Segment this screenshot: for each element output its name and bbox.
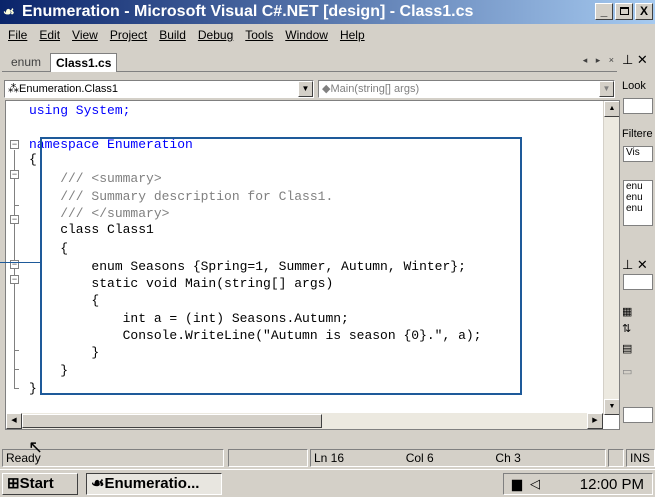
look-combobox[interactable] xyxy=(623,98,653,114)
menu-file[interactable]: File xyxy=(2,25,33,45)
horizontal-scrollbar[interactable]: ◀ ▶ xyxy=(6,413,603,429)
network-icon[interactable]: ▆ xyxy=(512,476,522,492)
menu-debug[interactable]: Debug xyxy=(192,25,239,45)
menu-bar: File Edit View Project Build Debug Tools… xyxy=(0,24,655,46)
look-label: Look xyxy=(622,80,646,92)
taskbar-app-label: Enumeratio... xyxy=(104,475,200,492)
clock[interactable]: 12:00 PM xyxy=(580,475,644,495)
outline-line xyxy=(14,180,15,205)
class-dropdown[interactable]: ⁂Enumeration.Class1 ▼ xyxy=(4,80,314,98)
cursor-position: Ln 16 Col 6 Ch 3 xyxy=(310,449,606,467)
categorized-icon[interactable]: ▦ xyxy=(622,305,632,318)
callout-line xyxy=(0,262,42,263)
minimize-button[interactable]: _ xyxy=(595,3,613,20)
index-list[interactable]: enu enu enu xyxy=(623,180,653,226)
tab-class1[interactable]: Class1.cs xyxy=(50,53,118,72)
window-title: Enumeration - Microsoft Visual C#.NET [d… xyxy=(22,3,474,20)
vis-combobox[interactable]: Vis xyxy=(623,146,653,162)
menu-help[interactable]: Help xyxy=(334,25,371,45)
char-number: Ch 3 xyxy=(495,451,521,465)
chevron-down-icon[interactable]: ▼ xyxy=(298,81,313,97)
volume-icon[interactable]: ◁ xyxy=(530,476,540,492)
tab-scroll-close-controls[interactable]: ◂ ▸ × xyxy=(583,55,617,66)
outline-end xyxy=(14,388,19,389)
status-empty xyxy=(228,449,308,467)
status-bar: Ready Ln 16 Col 6 Ch 3 INS xyxy=(0,447,655,469)
side-tool-panel: ⊥ ✕ Look Filtere Vis enu enu enu ⊥ ✕ ▦ ⇅… xyxy=(620,52,655,444)
code-editor[interactable]: − − − − − using System; namespace Enumer… xyxy=(5,100,620,430)
menu-window[interactable]: Window xyxy=(279,25,334,45)
restore-button[interactable] xyxy=(615,3,633,20)
class-dropdown-value: Enumeration.Class1 xyxy=(19,83,119,95)
outline-end xyxy=(14,205,19,206)
scroll-right-button[interactable]: ▶ xyxy=(587,413,603,429)
code-line: { xyxy=(29,152,37,167)
outline-gutter: − − − − − xyxy=(6,101,28,429)
document-tabs: enum Class1.cs ◂ ▸ × xyxy=(2,52,617,72)
chevron-down-icon[interactable]: ▼ xyxy=(599,81,614,97)
windows-logo-icon: ⊞ xyxy=(7,475,20,492)
line-number: Ln 16 xyxy=(314,451,345,465)
insert-mode: INS xyxy=(626,449,655,467)
taskbar: ⊞Start ☙Enumeratio... ▆ ◁ 12:00 PM xyxy=(0,469,655,497)
pin-close-icon[interactable]: ⊥ ✕ xyxy=(622,52,648,68)
horizontal-scroll-thumb[interactable] xyxy=(22,414,322,428)
scroll-left-button[interactable]: ◀ xyxy=(6,413,22,429)
description-pane xyxy=(623,407,653,423)
menu-tools[interactable]: Tools xyxy=(239,25,279,45)
properties-icon[interactable]: ▤ xyxy=(622,342,632,355)
vertical-scrollbar[interactable]: ▲ ▼ xyxy=(603,101,619,415)
outline-end xyxy=(14,350,19,351)
system-tray: ▆ ◁ 12:00 PM xyxy=(503,473,653,495)
collapse-icon[interactable]: − xyxy=(10,170,19,179)
menu-edit[interactable]: Edit xyxy=(33,25,66,45)
menu-view[interactable]: View xyxy=(66,25,104,45)
app-icon: ☙ xyxy=(3,4,15,19)
restore-icon xyxy=(619,7,629,15)
outline-end xyxy=(14,369,19,370)
scroll-down-button[interactable]: ▼ xyxy=(604,399,619,415)
start-button[interactable]: ⊞Start xyxy=(2,473,78,495)
code-highlight-frame xyxy=(40,137,522,395)
filtered-label: Filtere xyxy=(622,128,653,140)
list-item[interactable]: enu xyxy=(626,181,652,192)
list-item[interactable]: enu xyxy=(626,192,652,203)
vs-icon: ☙ xyxy=(91,475,105,492)
outline-line xyxy=(14,285,15,350)
sort-alpha-icon[interactable]: ⇅ xyxy=(622,322,631,335)
scroll-up-button[interactable]: ▲ xyxy=(604,101,619,117)
property-pages-icon[interactable]: ▭ xyxy=(622,365,632,378)
collapse-icon[interactable]: − xyxy=(10,275,19,284)
tab-enum[interactable]: enum xyxy=(6,53,46,72)
taskbar-app-button[interactable]: ☙Enumeratio... xyxy=(86,473,222,495)
collapse-icon[interactable]: − xyxy=(10,215,19,224)
menu-build[interactable]: Build xyxy=(153,25,192,45)
close-button[interactable]: X xyxy=(635,3,653,20)
property-combobox[interactable] xyxy=(623,274,653,290)
member-dropdown-value: Main(string[] args) xyxy=(330,83,420,95)
window-controls: _ X xyxy=(595,3,653,20)
code-line: } xyxy=(29,381,37,396)
pin-close-icon[interactable]: ⊥ ✕ xyxy=(622,257,648,273)
start-label: Start xyxy=(19,475,54,492)
class-icon: ⁂ xyxy=(8,83,19,95)
mouse-cursor-icon: ↖ xyxy=(28,437,44,457)
collapse-icon[interactable]: − xyxy=(10,140,19,149)
menu-project[interactable]: Project xyxy=(104,25,153,45)
navigation-bar: ⁂Enumeration.Class1 ▼ ◆Main(string[] arg… xyxy=(2,78,617,100)
member-dropdown[interactable]: ◆Main(string[] args) ▼ xyxy=(318,80,615,98)
column-number: Col 6 xyxy=(405,451,434,465)
status-empty xyxy=(608,449,624,467)
code-line: using System; xyxy=(29,103,131,118)
list-item[interactable]: enu xyxy=(626,203,652,214)
title-bar: ☙ Enumeration - Microsoft Visual C#.NET … xyxy=(0,0,655,24)
